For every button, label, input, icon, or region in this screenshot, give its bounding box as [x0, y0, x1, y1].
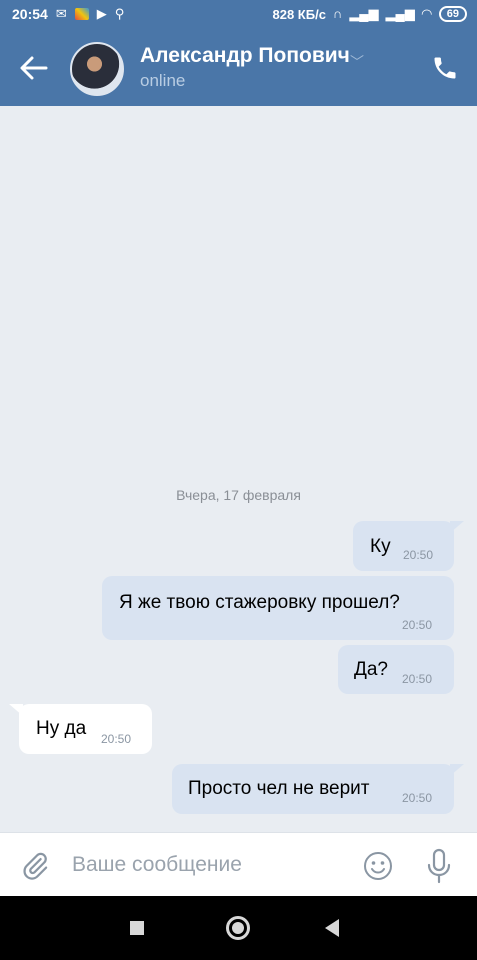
wifi-icon: ◠	[421, 6, 432, 21]
home-button[interactable]	[226, 916, 250, 940]
message-text: Я же твою стажеровку прошел?	[119, 592, 400, 613]
avatar[interactable]	[70, 42, 124, 96]
bubble-tail	[450, 764, 464, 776]
back-button[interactable]	[325, 919, 339, 937]
message-time: 20:50	[403, 548, 434, 562]
back-arrow-icon[interactable]	[18, 54, 50, 82]
mail-icon: ✉	[55, 6, 67, 21]
message-bubble-outgoing[interactable]: Я же твою стажеровку прошел? 20:50	[102, 576, 454, 640]
app-notification-icon	[74, 8, 89, 20]
message-time: 20:50	[402, 791, 433, 805]
contact-status: online	[140, 71, 186, 90]
chat-area[interactable]: Вчера, 17 февраля Ку 20:50 Я же твою ста…	[0, 106, 477, 832]
status-time: 20:54	[12, 6, 48, 22]
play-icon: ▶	[96, 6, 107, 21]
android-navigation-bar	[0, 896, 477, 960]
contact-name[interactable]: Александр Попович	[140, 44, 350, 68]
status-bar-right: 828 КБ/с ∩ ▂▄▆ ▂▄▆ ◠ 69	[272, 6, 467, 22]
attach-icon[interactable]	[20, 851, 50, 881]
signal-icon-2: ▂▄▆	[385, 6, 415, 21]
bubble-tail	[9, 704, 23, 716]
status-bar-left: 20:54 ✉ ▶ ⚲	[12, 6, 124, 22]
message-composer	[0, 832, 477, 896]
message-bubble-outgoing[interactable]: Ку 20:50	[353, 521, 464, 571]
message-bubble-incoming[interactable]: Ну да 20:50	[9, 704, 152, 754]
network-speed: 828 КБ/с	[272, 6, 326, 22]
chevron-down-icon[interactable]: ﹀	[350, 52, 364, 72]
message-time: 20:50	[101, 732, 132, 746]
status-bar: 20:54 ✉ ▶ ⚲ 828 КБ/с ∩ ▂▄▆ ▂▄▆ ◠ 69	[0, 0, 477, 30]
search-icon: ⚲	[114, 6, 125, 21]
message-time: 20:50	[402, 672, 433, 686]
message-text: Да?	[354, 659, 389, 680]
message-text: Ну да	[36, 718, 87, 739]
message-text: Просто чел не верит	[188, 778, 370, 799]
emoji-icon[interactable]	[362, 850, 394, 882]
chat-header: Александр Попович ﹀ online	[0, 30, 477, 106]
phone-icon[interactable]	[431, 54, 459, 82]
date-separator: Вчера, 17 февраля	[176, 487, 301, 503]
battery-icon: 69	[438, 6, 467, 22]
message-time: 20:50	[402, 618, 433, 632]
headphones-icon: ∩	[332, 6, 343, 21]
message-bubble-outgoing[interactable]: Просто чел не верит 20:50	[172, 764, 464, 814]
bubble-tail	[450, 521, 464, 533]
message-text: Ку	[370, 536, 391, 557]
signal-icon-1: ▂▄▆	[349, 6, 379, 21]
message-bubble-outgoing[interactable]: Да? 20:50	[338, 645, 454, 694]
microphone-icon[interactable]	[426, 847, 452, 885]
recents-button[interactable]	[130, 921, 144, 935]
message-input[interactable]	[72, 847, 342, 883]
